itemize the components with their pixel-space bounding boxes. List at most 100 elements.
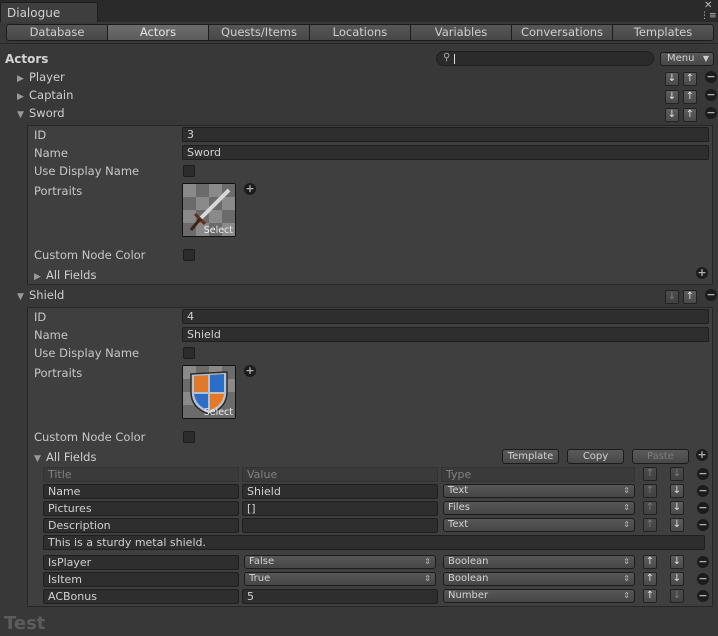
move-up-button[interactable]: ↑ — [643, 555, 657, 569]
remove-icon[interactable]: − — [697, 502, 709, 514]
move-up-button[interactable]: ↑ — [643, 501, 657, 515]
move-down-button[interactable]: ↓ — [665, 290, 679, 304]
all-fields-foldout[interactable]: ▼ All Fields — [34, 450, 96, 464]
field-type-label: Number — [448, 590, 489, 601]
field-value[interactable]: 5 — [242, 589, 438, 604]
shield-portrait[interactable]: Select — [182, 365, 236, 419]
move-down-button[interactable]: ↓ — [670, 484, 684, 498]
foldout[interactable]: ▶ Captain — [17, 88, 73, 102]
field-value[interactable] — [242, 518, 438, 533]
foldout[interactable]: ▼ Sword — [17, 106, 65, 120]
tab-locations[interactable]: Locations — [310, 24, 411, 41]
tab-database[interactable]: Database — [6, 24, 108, 41]
collapsed-arrow-icon: ▶ — [17, 74, 24, 84]
template-button[interactable]: Template — [502, 449, 559, 464]
field-value-popup[interactable]: True ⇕ — [244, 572, 436, 586]
remove-icon[interactable]: − — [705, 89, 717, 101]
field-type-label: Text — [448, 485, 469, 496]
add-portrait-icon[interactable]: + — [244, 183, 256, 195]
tab-quests-items[interactable]: Quests/Items — [209, 24, 310, 41]
search-input[interactable]: ⚲ — [436, 51, 654, 66]
move-down-button[interactable]: ↓ — [670, 518, 684, 532]
remove-icon[interactable]: − — [705, 71, 717, 83]
move-up-button[interactable]: ↑ — [643, 589, 657, 603]
move-down-button[interactable]: ↓ — [665, 90, 679, 104]
move-up-button[interactable]: ↑ — [643, 518, 657, 532]
description-text-area[interactable]: This is a sturdy metal shield. — [43, 535, 705, 550]
copy-button[interactable]: Copy — [567, 449, 624, 464]
move-down-button[interactable]: ↓ — [670, 589, 684, 603]
field-type-popup[interactable]: Number ⇕ — [443, 589, 635, 603]
actor-row-shield[interactable]: ▼ Shield ↓ ↑ − — [0, 287, 718, 305]
foldout[interactable]: ▶ Player — [17, 70, 65, 84]
sword-portrait[interactable]: Select — [182, 183, 236, 237]
id-field[interactable]: 3 — [182, 127, 709, 142]
add-field-icon[interactable]: + — [696, 267, 708, 279]
move-up-button[interactable]: ↑ — [683, 108, 697, 122]
move-up-button[interactable]: ↑ — [643, 572, 657, 586]
actor-row-sword[interactable]: ▼ Sword ↓ ↑ − — [0, 105, 718, 123]
actor-row-player[interactable]: ▶ Player ↓ ↑ − — [0, 69, 718, 87]
tab-conversations[interactable]: Conversations — [512, 24, 613, 41]
foldout[interactable]: ▼ Shield — [17, 288, 64, 302]
custom-node-color-checkbox[interactable] — [183, 431, 195, 443]
move-down-button[interactable]: ↓ — [670, 572, 684, 586]
move-down-button[interactable]: ↓ — [670, 555, 684, 569]
field-type-popup[interactable]: Files ⇕ — [443, 501, 635, 515]
remove-icon[interactable]: − — [705, 107, 717, 119]
move-up-button[interactable]: ↑ — [643, 467, 657, 481]
field-type-popup[interactable]: Text ⇕ — [443, 484, 635, 498]
all-fields-foldout[interactable]: ▶ All Fields — [34, 268, 96, 282]
field-value[interactable]: Shield — [242, 484, 438, 499]
field-title[interactable]: Pictures — [43, 501, 239, 516]
move-down-button[interactable]: ↓ — [665, 108, 679, 122]
tab-actors[interactable]: Actors — [108, 24, 209, 41]
remove-icon[interactable]: − — [697, 556, 709, 568]
field-title[interactable]: IsItem — [43, 572, 239, 587]
menu-button[interactable]: Menu ▼ — [660, 52, 714, 66]
move-down-button[interactable]: ↓ — [670, 467, 684, 481]
add-field-icon[interactable]: + — [696, 449, 708, 461]
field-type-popup[interactable]: Boolean ⇕ — [443, 555, 635, 569]
actor-row-captain[interactable]: ▶ Captain ↓ ↑ − — [0, 87, 718, 105]
field-type-popup[interactable]: Boolean ⇕ — [443, 572, 635, 586]
move-up-button[interactable]: ↑ — [683, 90, 697, 104]
remove-icon[interactable]: − — [705, 289, 717, 301]
move-down-button[interactable]: ↓ — [670, 501, 684, 515]
remove-icon[interactable]: − — [697, 468, 709, 480]
field-value-popup[interactable]: False ⇕ — [244, 555, 436, 569]
window-menu-icon[interactable]: ⋮≡ — [700, 11, 717, 21]
field-title[interactable]: Name — [43, 484, 239, 499]
move-up-button[interactable]: ↑ — [683, 72, 697, 86]
field-title[interactable]: IsPlayer — [43, 555, 239, 570]
move-up-button[interactable]: ↑ — [683, 290, 697, 304]
move-down-button[interactable]: ↓ — [665, 72, 679, 86]
remove-icon[interactable]: − — [697, 485, 709, 497]
all-fields-label: All Fields — [46, 268, 97, 282]
field-type-popup[interactable]: Text ⇕ — [443, 518, 635, 532]
window-tab[interactable]: Dialogue — [0, 2, 98, 22]
tab-templates[interactable]: Templates — [613, 24, 714, 41]
move-up-button[interactable]: ↑ — [643, 484, 657, 498]
name-field[interactable]: Sword — [182, 145, 709, 160]
tab-variables[interactable]: Variables — [411, 24, 512, 41]
name-field[interactable]: Shield — [182, 327, 709, 342]
id-field[interactable]: 4 — [182, 309, 709, 324]
expanded-arrow-icon: ▼ — [17, 110, 24, 120]
field-title[interactable]: ACBonus — [43, 589, 239, 604]
field-value[interactable]: [] — [242, 501, 438, 516]
use-display-name-checkbox[interactable] — [183, 347, 195, 359]
remove-icon[interactable]: − — [697, 519, 709, 531]
actor-name: Shield — [29, 288, 65, 302]
use-display-name-checkbox[interactable] — [183, 165, 195, 177]
updown-arrow-icon: ⇕ — [623, 486, 630, 495]
remove-icon[interactable]: − — [697, 590, 709, 602]
add-portrait-icon[interactable]: + — [244, 365, 256, 377]
field-title[interactable]: Description — [43, 518, 239, 533]
close-icon[interactable]: ✕ — [704, 1, 712, 11]
paste-button[interactable]: Paste — [632, 449, 689, 464]
custom-node-color-checkbox[interactable] — [183, 249, 195, 261]
updown-arrow-icon: ⇕ — [623, 520, 630, 529]
search-icon: ⚲ — [443, 52, 451, 63]
remove-icon[interactable]: − — [697, 573, 709, 585]
